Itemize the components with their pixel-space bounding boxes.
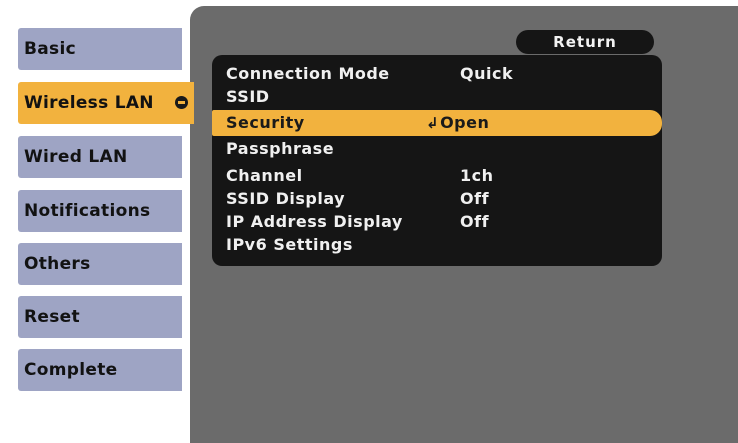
sidebar-tab-label: Complete (24, 360, 118, 380)
sidebar-tab-others[interactable]: Others (18, 243, 182, 285)
sidebar-tab-basic[interactable]: Basic (18, 28, 182, 70)
setting-row-ssid[interactable]: SSID (212, 84, 662, 110)
setting-value: Open (440, 113, 490, 132)
setting-row-passphrase[interactable]: Passphrase (212, 136, 662, 162)
sidebar-tab-label: Reset (24, 307, 80, 327)
sidebar-tab-reset[interactable]: Reset (18, 296, 182, 338)
sidebar-tab-wireless-lan[interactable]: Wireless LAN (18, 82, 194, 124)
settings-list: Connection Mode Quick SSID Security ↲Ope… (212, 55, 662, 266)
setting-label: Security (226, 113, 305, 132)
sidebar-tab-label: Notifications (24, 201, 151, 221)
sidebar-tab-wired-lan[interactable]: Wired LAN (18, 136, 182, 178)
sidebar-tab-label: Wireless LAN (24, 93, 154, 113)
setting-row-security[interactable]: Security ↲Open (212, 110, 662, 136)
sidebar-tab-label: Others (24, 254, 91, 274)
sidebar-tab-label: Wired LAN (24, 147, 128, 167)
sidebar-tab-complete[interactable]: Complete (18, 349, 182, 391)
setting-label: Passphrase (226, 139, 335, 158)
setting-label: IPv6 Settings (226, 235, 353, 254)
settings-panel: Return Connection Mode Quick SSID Securi… (190, 6, 738, 443)
sidebar-tab-notifications[interactable]: Notifications (18, 190, 182, 232)
enter-icon: ↲ (426, 114, 440, 132)
setting-label: SSID (226, 87, 270, 106)
setting-row-ipv6-settings[interactable]: IPv6 Settings (212, 232, 662, 258)
return-button[interactable]: Return (516, 30, 654, 54)
sidebar-tab-label: Basic (24, 39, 76, 59)
arrow-right-icon (175, 96, 188, 109)
setting-value-wrap: ↲Open (426, 110, 489, 136)
sidebar-menu: Basic Wireless LAN Wired LAN Notificatio… (18, 12, 200, 430)
